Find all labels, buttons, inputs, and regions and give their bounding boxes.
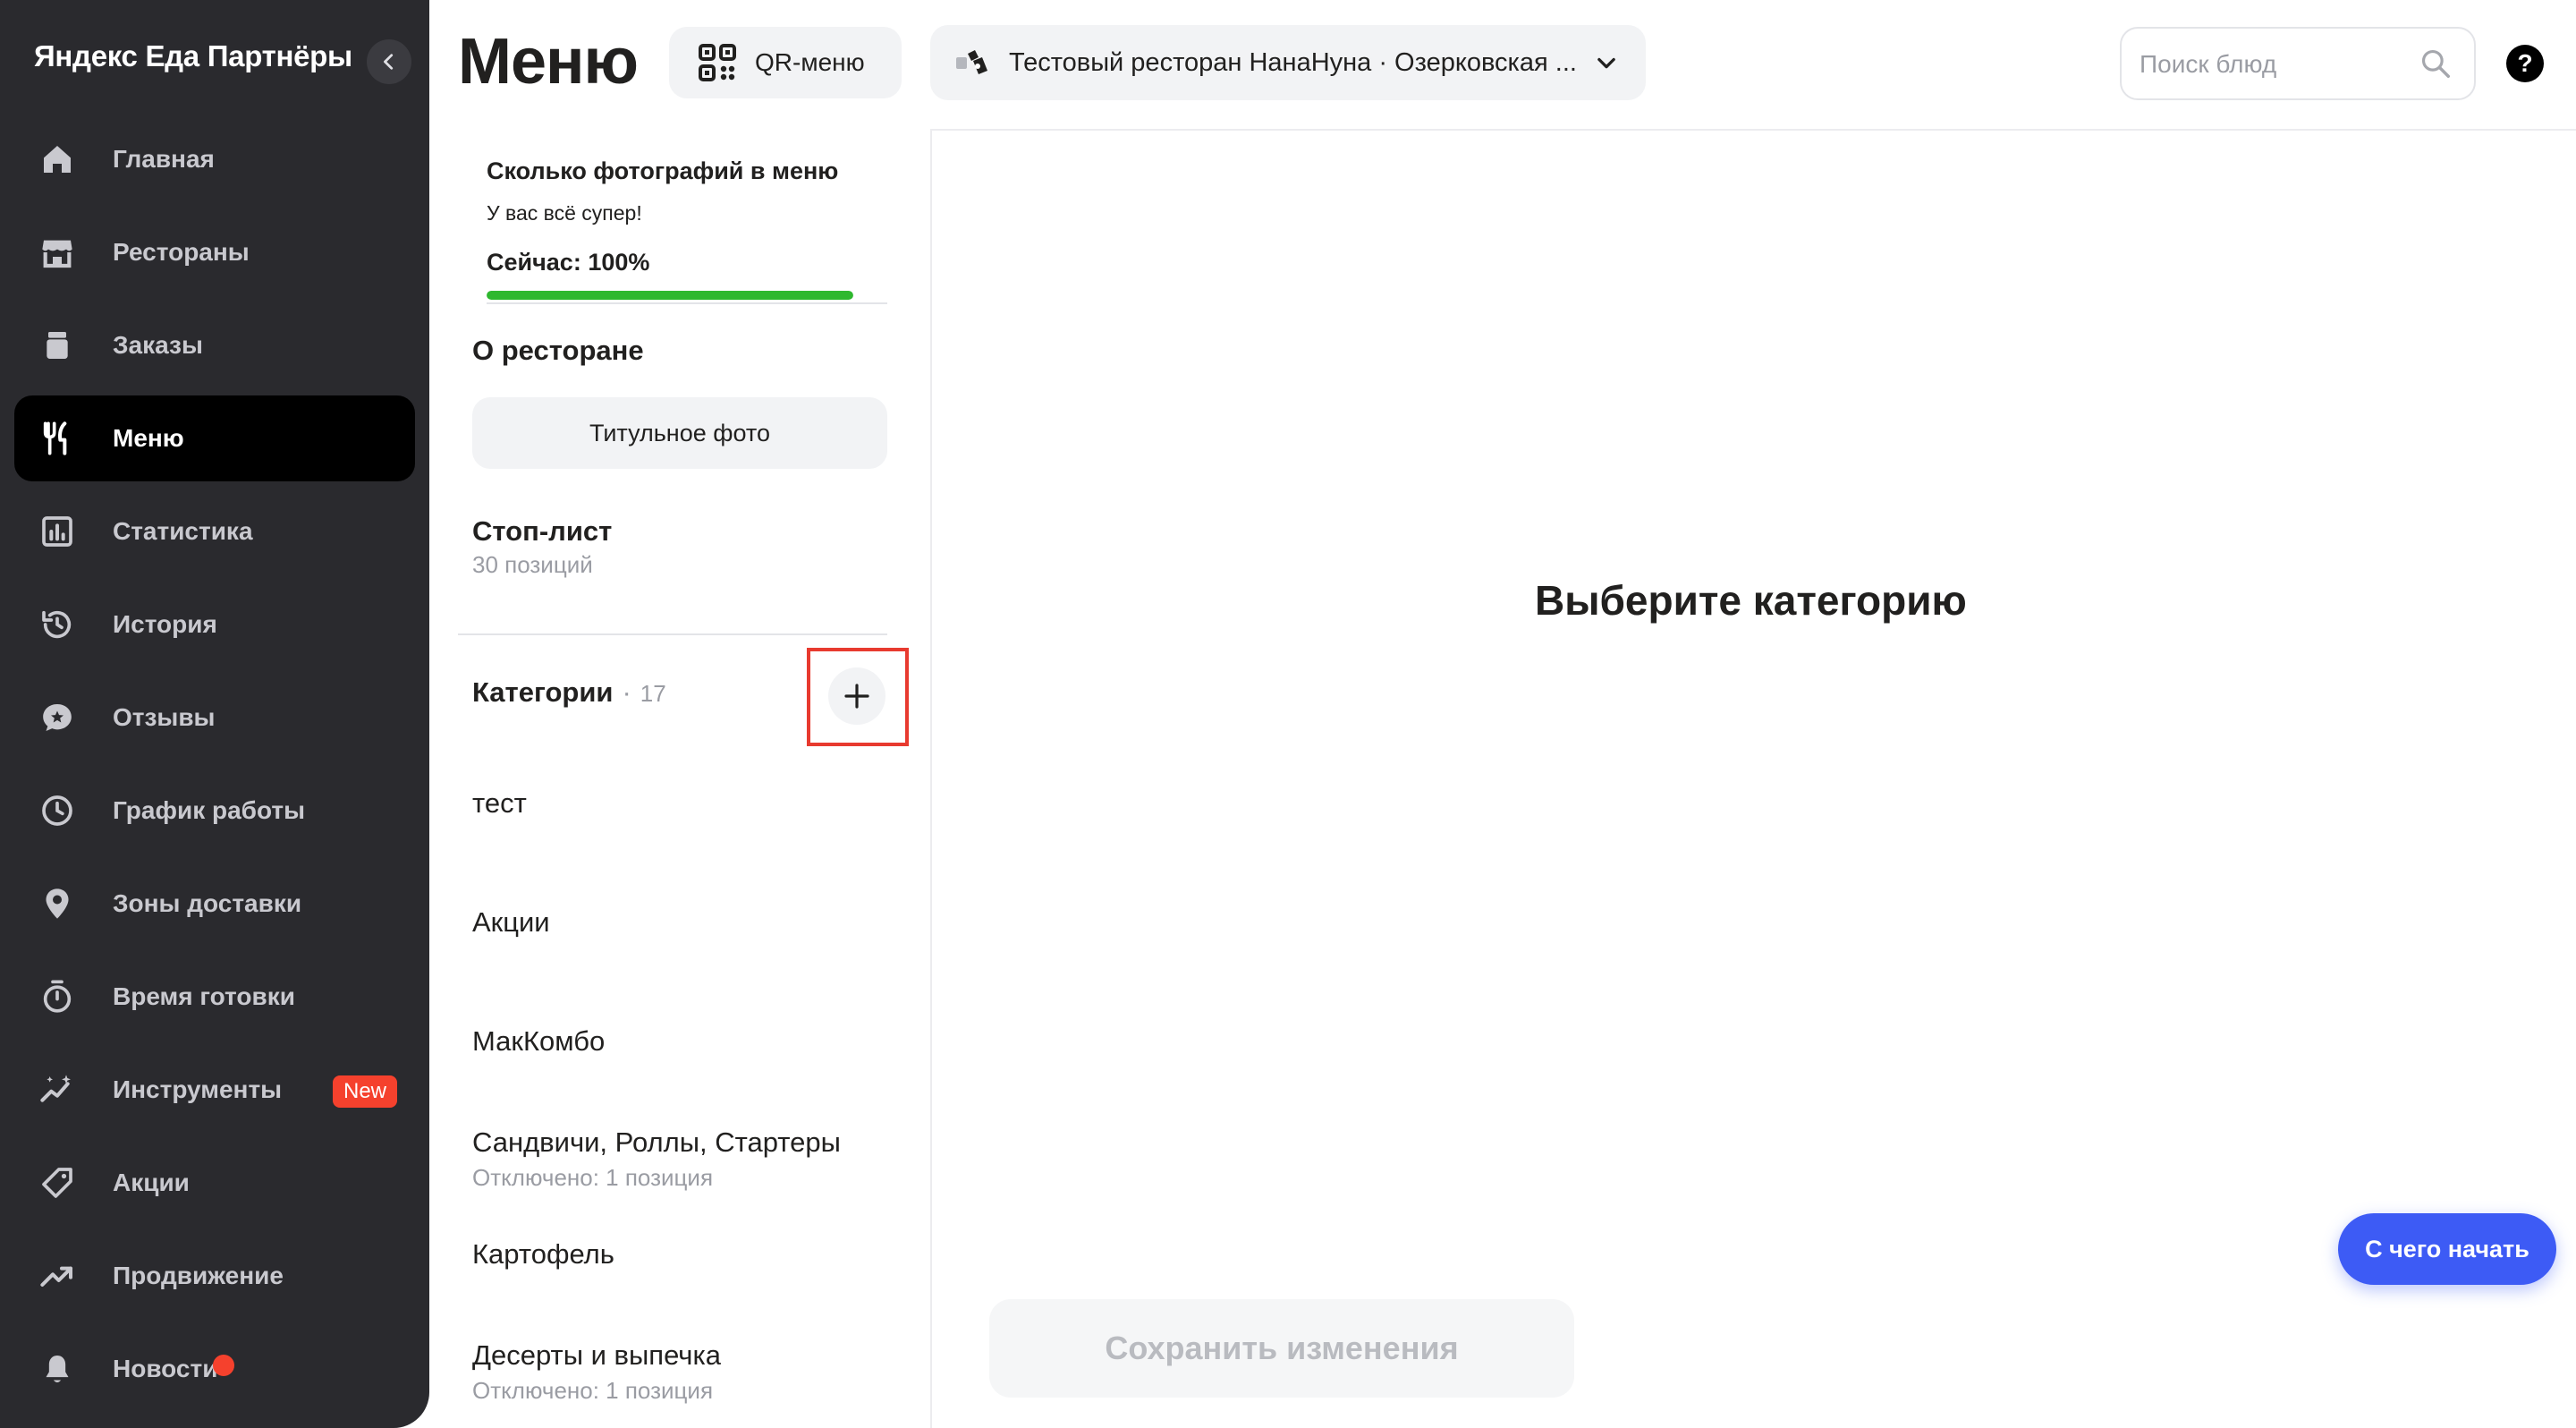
sidebar-item-reviews[interactable]: Отзывы — [14, 675, 415, 761]
sidebar-item-schedule[interactable]: График работы — [14, 768, 415, 854]
sidebar-item-label: Заказы — [113, 331, 203, 359]
categories-count: 17 — [640, 680, 666, 707]
sidebar-item-label: Главная — [113, 145, 215, 173]
sidebar-item-orders[interactable]: Заказы — [14, 302, 415, 388]
page-title: Меню — [458, 26, 639, 98]
brand-logo[interactable]: Яндекс Еда Партнёры — [34, 39, 352, 73]
category-name: тест — [472, 787, 527, 819]
sidebar: Яндекс Еда Партнёры Главная Рестораны За… — [0, 0, 429, 1428]
qr-code-icon — [699, 44, 736, 81]
save-changes-button[interactable]: Сохранить изменения — [989, 1299, 1574, 1398]
categories-separator: · — [622, 676, 631, 708]
pin-icon — [32, 879, 82, 929]
dish-search — [2120, 27, 2476, 100]
menu-panel: Сколько фотографий в меню У вас всё супе… — [429, 131, 932, 1428]
fork-knife-icon — [32, 413, 82, 463]
sidebar-item-delivery-zones[interactable]: Зоны доставки — [14, 861, 415, 947]
photos-progress-fill — [487, 291, 853, 300]
stoplist-count: 30 позиций — [472, 551, 593, 578]
category-name: Десерты и выпечка — [472, 1339, 721, 1371]
category-item[interactable]: тест — [472, 787, 902, 906]
chevron-left-icon — [384, 54, 394, 70]
new-badge: New — [333, 1075, 398, 1108]
restaurant-select[interactable]: Тестовый ресторан НанаНуна · Озерковская… — [930, 25, 1646, 100]
trend-icon — [32, 1251, 82, 1301]
bag-icon — [32, 320, 82, 370]
sidebar-item-promotions[interactable]: Акции — [14, 1140, 415, 1226]
sidebar-item-cooking-time[interactable]: Время готовки — [14, 954, 415, 1040]
search-icon[interactable] — [2419, 47, 2453, 81]
sidebar-item-label: Меню — [113, 424, 184, 452]
sidebar-item-home[interactable]: Главная — [14, 116, 415, 202]
tag-icon — [32, 1158, 82, 1208]
star-chat-icon — [32, 693, 82, 743]
category-list: тест Акции МакКомбо Сандвичи, Роллы, Ста… — [472, 787, 902, 1428]
sidebar-item-label: Рестораны — [113, 238, 250, 266]
sidebar-item-label: Зоны доставки — [113, 889, 302, 917]
category-item[interactable]: Акции — [472, 906, 902, 1025]
sidebar-item-restaurants[interactable]: Рестораны — [14, 209, 415, 295]
category-name: МакКомбо — [472, 1025, 606, 1057]
photos-subtitle: У вас всё супер! — [487, 201, 642, 225]
sidebar-item-label: История — [113, 610, 217, 638]
home-icon — [32, 134, 82, 184]
categories-label: Категории — [472, 676, 614, 708]
about-title: О ресторане — [472, 335, 644, 366]
category-note: Отключено: 1 позиция — [472, 1377, 714, 1404]
chart-icon — [32, 506, 82, 557]
photos-progress-bar — [487, 291, 853, 300]
sidebar-item-label: Новости — [113, 1355, 218, 1382]
photos-title: Сколько фотографий в меню — [487, 157, 839, 184]
sidebar-item-label: Продвижение — [113, 1262, 284, 1289]
history-icon — [32, 599, 82, 650]
bell-icon — [32, 1344, 82, 1394]
category-note: Отключено: 1 позиция — [472, 1164, 714, 1191]
sidebar-item-label: График работы — [113, 796, 305, 824]
search-input[interactable] — [2140, 45, 2408, 84]
stoplist-title[interactable]: Стоп-лист — [472, 515, 612, 548]
sidebar-item-label: Акции — [113, 1169, 190, 1196]
photos-card[interactable]: Сколько фотографий в меню У вас всё супе… — [487, 157, 887, 300]
qr-menu-button[interactable]: QR-меню — [669, 27, 902, 98]
category-name: Акции — [472, 906, 550, 938]
categories-header: Категории · 17 — [472, 676, 666, 709]
sidebar-nav: Главная Рестораны Заказы Меню Статистика… — [14, 116, 415, 1419]
divider — [458, 633, 887, 635]
plus-icon — [844, 684, 869, 709]
header-divider — [930, 129, 2576, 131]
category-item[interactable]: Десерты и выпечка Отключено: 1 позиция — [472, 1339, 902, 1428]
sidebar-item-advertising[interactable]: Продвижение — [14, 1233, 415, 1319]
qr-menu-label: QR-меню — [755, 48, 865, 76]
restaurant-logo-icon — [956, 50, 987, 74]
divider — [487, 302, 887, 304]
photos-current: Сейчас: 100% — [487, 249, 650, 276]
timer-icon — [32, 972, 82, 1022]
sidebar-item-label: Время готовки — [113, 982, 295, 1010]
category-item[interactable]: Сандвичи, Роллы, Стартеры Отключено: 1 п… — [472, 1126, 902, 1245]
collapse-sidebar-button[interactable] — [367, 39, 411, 84]
help-icon[interactable]: ? — [2506, 45, 2544, 82]
category-name: Сандвичи, Роллы, Стартеры — [472, 1126, 841, 1158]
sidebar-item-history[interactable]: История — [14, 582, 415, 667]
sparkle-icon — [32, 1065, 82, 1115]
clock-icon — [32, 786, 82, 836]
sidebar-item-label: Инструменты — [113, 1075, 283, 1103]
sidebar-item-label: Отзывы — [113, 703, 216, 731]
chevron-down-icon — [1597, 57, 1615, 69]
sidebar-item-statistics[interactable]: Статистика — [14, 489, 415, 574]
sidebar-item-news[interactable]: Новости — [14, 1326, 415, 1412]
restaurant-name: Тестовый ресторан НанаНуна · Озерковская… — [1009, 47, 1577, 77]
add-category-button[interactable] — [828, 667, 886, 725]
getting-started-button[interactable]: С чего начать — [2338, 1213, 2556, 1285]
sidebar-item-menu[interactable]: Меню — [14, 395, 415, 481]
notification-dot — [213, 1355, 234, 1376]
sidebar-item-tools[interactable]: Инструменты New — [14, 1047, 415, 1133]
category-name: Картофель — [472, 1238, 614, 1270]
store-icon — [32, 227, 82, 277]
empty-state-title: Выберите категорию — [1535, 577, 1967, 624]
sidebar-item-label: Статистика — [113, 517, 253, 545]
cover-photo-button[interactable]: Титульное фото — [472, 397, 887, 469]
